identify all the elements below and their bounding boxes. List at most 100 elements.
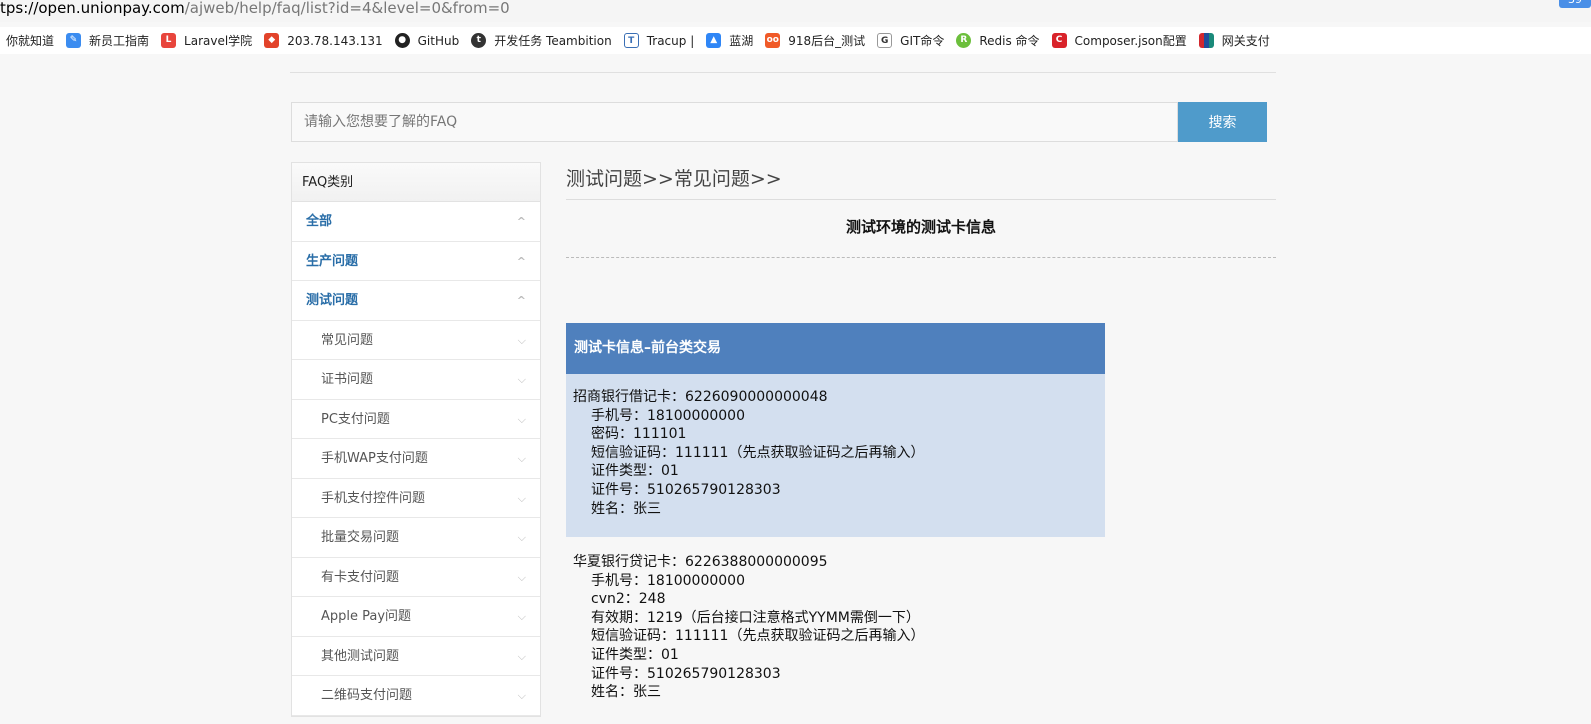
chevron-down-icon: ⌵	[517, 610, 526, 623]
teambition-icon: t	[471, 33, 487, 48]
sidebar-item-label: 常见问题	[321, 332, 374, 348]
bookmark-label: 你就知道	[6, 34, 55, 48]
chevron-up-icon: ^	[516, 254, 526, 268]
bookmark-label: 网关支付	[1221, 34, 1270, 48]
sidebar-item-label: Apple Pay问题	[321, 609, 412, 624]
sidebar-item-other[interactable]: 其他测试问题 ⌵	[292, 637, 540, 676]
divider	[290, 72, 1276, 73]
divider	[566, 199, 1276, 200]
bookmark-laravel[interactable]: L Laravel学院	[161, 31, 252, 51]
card-header: 测试卡信息–前台类交易	[566, 323, 1105, 374]
bookmark-label: Tracup |	[646, 33, 695, 48]
chevron-up-icon: ^	[516, 215, 526, 228]
tracup-icon: T	[623, 33, 639, 48]
bookmark-teambition[interactable]: t 开发任务 Teambition	[471, 31, 612, 51]
bookmark-label: GIT命令	[900, 34, 945, 48]
chevron-down-icon: ⌵	[517, 333, 526, 347]
sidebar-item-qrcode[interactable]: 二维码支付问题 ⌵	[292, 676, 540, 716]
sidebar-item-apple-pay[interactable]: Apple Pay问题 ⌵	[292, 597, 540, 637]
sidebar-item-label: 手机WAP支付问题	[321, 451, 428, 466]
bookmark-label: 开发任务 Teambition	[494, 34, 612, 48]
chevron-down-icon: ⌵	[517, 491, 526, 505]
unionpay-icon	[1198, 33, 1214, 48]
sidebar-item-common[interactable]: 常见问题 ⌵	[292, 321, 540, 360]
bookmark-composer[interactable]: C Composer.json配置	[1051, 31, 1187, 51]
test-card-table: 测试卡信息–前台类交易 招商银行借记卡：6226090000000048 手机号…	[566, 323, 1105, 702]
info-line: 证件号：510265790128303	[591, 481, 781, 498]
bookmark-lanhu[interactable]: ▲ 蓝湖	[706, 31, 753, 51]
bookmark-ip[interactable]: ◆ 203.78.143.131	[264, 31, 383, 51]
git-icon: G	[877, 33, 893, 48]
info-line: cvn2：248	[591, 591, 666, 608]
url-path: /ajweb/help/faq/list?id=4&level=0&from=0	[184, 0, 510, 17]
url-text[interactable]: tps://open.unionpay.com/ajweb/help/faq/l…	[0, 0, 510, 17]
lanhu-icon: ▲	[706, 33, 722, 48]
chevron-down-icon: ⌵	[517, 452, 526, 465]
search-bar: 搜索	[291, 102, 1267, 142]
info-line: 密码：111101	[591, 426, 687, 443]
search-button[interactable]: 搜索	[1178, 102, 1267, 142]
bookmark-label: Redis 命令	[979, 34, 1040, 48]
faq-category-sidebar: FAQ类别 全部 ^ 生产问题 ^ 测试问题 ^ 常见问题 ⌵ 证书问题 ⌵ PC支付问题…	[291, 162, 541, 717]
bookmark-label: 蓝湖	[729, 34, 754, 48]
sidebar-item-testing[interactable]: 测试问题 ^	[292, 281, 540, 321]
sidebar-item-label: 全部	[306, 214, 333, 229]
chevron-down-icon: ⌵	[517, 649, 526, 663]
bookmark-redis[interactable]: R Redis 命令	[956, 31, 1040, 51]
info-line: 手机号：18100000000	[591, 407, 745, 424]
chevron-down-icon: ⌵	[517, 689, 526, 702]
sidebar-item-label: 其他测试问题	[321, 648, 400, 664]
sidebar-item-certificate[interactable]: 证书问题 ⌵	[292, 360, 540, 400]
info-line: 证件类型：01	[591, 463, 679, 480]
card-number-line: 华夏银行贷记卡：6226388000000095	[573, 554, 828, 570]
sidebar-item-label: 证书问题	[321, 372, 374, 387]
sidebar-item-label: 生产问题	[306, 253, 359, 269]
chevron-down-icon: ⌵	[517, 373, 526, 386]
card-block-cmb-debit: 招商银行借记卡：6226090000000048 手机号：18100000000…	[566, 374, 1105, 537]
sidebar-item-card-pay[interactable]: 有卡支付问题 ⌵	[292, 558, 540, 597]
sidebar-item-wap-pay[interactable]: 手机WAP支付问题 ⌵	[292, 439, 540, 479]
breadcrumb[interactable]: 测试问题>>常见问题>>	[566, 164, 782, 191]
sidebar-item-production[interactable]: 生产问题 ^	[292, 242, 540, 281]
extension-badge[interactable]: 39	[1559, 0, 1591, 8]
bookmark-gateway-pay[interactable]: 网关支付	[1198, 31, 1270, 51]
bookmark-git-commands[interactable]: G GIT命令	[877, 31, 944, 51]
page: 搜索 FAQ类别 全部 ^ 生产问题 ^ 测试问题 ^ 常见问题 ⌵ 证书问题 ⌵ PC支…	[0, 54, 1591, 724]
sidebar-item-all[interactable]: 全部 ^	[292, 202, 540, 242]
info-line: 有效期：1219（后台接口注意格式YYMM需倒一下）	[591, 609, 920, 626]
bookmark-label: 203.78.143.131	[287, 33, 383, 48]
sidebar-item-label: 二维码支付问题	[321, 688, 413, 703]
laravel-icon: L	[161, 33, 177, 48]
address-bar[interactable]: tps://open.unionpay.com/ajweb/help/faq/l…	[0, 0, 1591, 22]
sidebar-item-label: 有卡支付问题	[321, 569, 400, 585]
sidebar-item-pc-pay[interactable]: PC支付问题 ⌵	[292, 400, 540, 439]
sidebar-title: FAQ类别	[292, 163, 540, 202]
card-number-line: 招商银行借记卡：6226090000000048	[573, 389, 828, 405]
sidebar-item-label: PC支付问题	[321, 411, 390, 427]
chevron-up-icon: ^	[516, 294, 526, 307]
bookmark-github[interactable]: ● GitHub	[394, 31, 459, 51]
bookmark-nijiuzhidao[interactable]: 你就知道	[6, 31, 54, 51]
info-line: 证件号：510265790128303	[591, 665, 781, 682]
chevron-down-icon: ⌵	[517, 531, 526, 544]
sidebar-item-label: 批量交易问题	[321, 530, 400, 545]
bookmark-label: Composer.json配置	[1074, 34, 1187, 48]
url-host: tps://open.unionpay.com	[0, 0, 185, 17]
bookmark-label: 918后台_测试	[788, 34, 866, 48]
page-title: 测试环境的测试卡信息	[845, 218, 996, 236]
bookmark-admin-test[interactable]: oo 918后台_测试	[765, 31, 865, 51]
info-line: 证件类型：01	[591, 646, 679, 663]
card-block-hxb-credit: 华夏银行贷记卡：6226388000000095 手机号：18100000000…	[566, 537, 1105, 702]
chevron-down-icon: ⌵	[517, 412, 526, 426]
bookmarks-bar: 你就知道 ✎ 新员工指南 L Laravel学院 ◆ 203.78.143.131 ●…	[0, 27, 1591, 54]
chevron-down-icon: ⌵	[517, 570, 526, 584]
sidebar-item-mobile-control[interactable]: 手机支付控件问题 ⌵	[292, 479, 540, 518]
bookmark-new-employee-guide[interactable]: ✎ 新员工指南	[66, 31, 149, 51]
gitlab-icon: ◆	[264, 33, 280, 48]
info-line: 短信验证码：111111（先点获取验证码之后再输入）	[591, 628, 925, 645]
sidebar-item-label: 手机支付控件问题	[321, 490, 426, 506]
redis-icon: R	[956, 33, 972, 48]
search-input[interactable]	[291, 102, 1178, 142]
bookmark-tracup[interactable]: T Tracup |	[623, 31, 695, 51]
sidebar-item-batch[interactable]: 批量交易问题 ⌵	[292, 518, 540, 558]
